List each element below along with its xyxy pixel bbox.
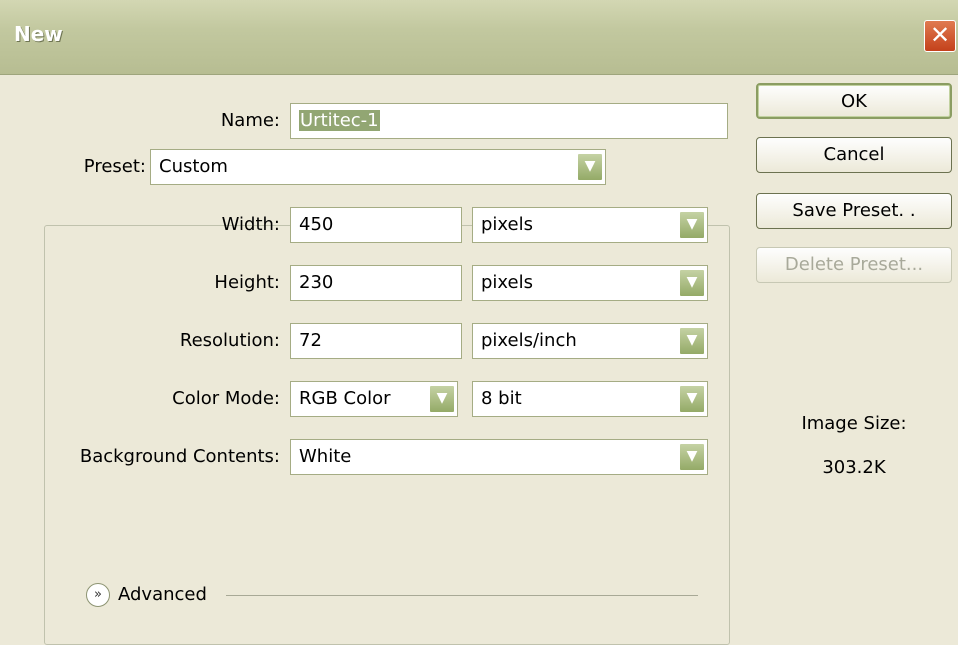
- cancel-button[interactable]: Cancel: [756, 137, 952, 173]
- chevron-down-icon[interactable]: ▼: [679, 327, 705, 355]
- color-mode-label: Color Mode:: [172, 388, 280, 409]
- preset-value: Custom: [159, 156, 228, 177]
- close-icon: ✕: [929, 21, 951, 49]
- color-mode-value: RGB Color: [299, 388, 391, 409]
- name-label: Name:: [220, 110, 280, 131]
- preset-select[interactable]: Custom ▼: [150, 149, 606, 185]
- background-contents-value: White: [299, 446, 352, 467]
- chevron-down-icon[interactable]: ▼: [679, 443, 705, 471]
- width-label: Width:: [221, 214, 280, 235]
- color-mode-select[interactable]: RGB Color ▼: [290, 381, 458, 417]
- height-unit-value: pixels: [481, 272, 533, 293]
- double-chevron-down-icon[interactable]: »: [86, 583, 110, 607]
- chevron-down-icon[interactable]: ▼: [679, 211, 705, 239]
- chevron-down-icon[interactable]: ▼: [679, 385, 705, 413]
- title-bar[interactable]: New ✕: [0, 0, 958, 75]
- advanced-divider: [226, 595, 698, 596]
- image-size-label: Image Size:: [801, 413, 907, 434]
- background-contents-label: Background Contents:: [79, 446, 280, 467]
- name-input[interactable]: Urtitec-1: [290, 103, 728, 139]
- width-unit-value: pixels: [481, 214, 533, 235]
- image-size-value: 303.2K: [822, 457, 886, 478]
- dialog-body: Name: Urtitec-1 Preset: Custom ▼ Width: …: [8, 75, 952, 645]
- resolution-input[interactable]: 72: [290, 323, 462, 359]
- height-input[interactable]: 230: [290, 265, 462, 301]
- name-value: Urtitec-1: [299, 110, 380, 131]
- advanced-toggle-label[interactable]: Advanced: [118, 578, 207, 612]
- preset-label: Preset:: [60, 149, 152, 185]
- resolution-unit-value: pixels/inch: [481, 330, 577, 351]
- resolution-label: Resolution:: [179, 330, 280, 351]
- height-label: Height:: [214, 272, 280, 293]
- chevron-down-icon[interactable]: ▼: [577, 153, 603, 181]
- bit-depth-select[interactable]: 8 bit ▼: [472, 381, 708, 417]
- close-button[interactable]: ✕: [924, 20, 956, 52]
- ok-button[interactable]: OK: [756, 83, 952, 119]
- delete-preset-button: Delete Preset...: [756, 247, 952, 283]
- width-unit-select[interactable]: pixels ▼: [472, 207, 708, 243]
- bit-depth-value: 8 bit: [481, 388, 522, 409]
- background-contents-select[interactable]: White ▼: [290, 439, 708, 475]
- chevron-down-icon[interactable]: ▼: [679, 269, 705, 297]
- save-preset-button[interactable]: Save Preset. .: [756, 193, 952, 229]
- window-title: New: [14, 22, 63, 46]
- new-document-dialog: New ✕ Name: Urtitec-1 Preset: Custom ▼ W…: [0, 0, 958, 645]
- resolution-unit-select[interactable]: pixels/inch ▼: [472, 323, 708, 359]
- height-unit-select[interactable]: pixels ▼: [472, 265, 708, 301]
- chevron-down-icon[interactable]: ▼: [429, 385, 455, 413]
- width-input[interactable]: 450: [290, 207, 462, 243]
